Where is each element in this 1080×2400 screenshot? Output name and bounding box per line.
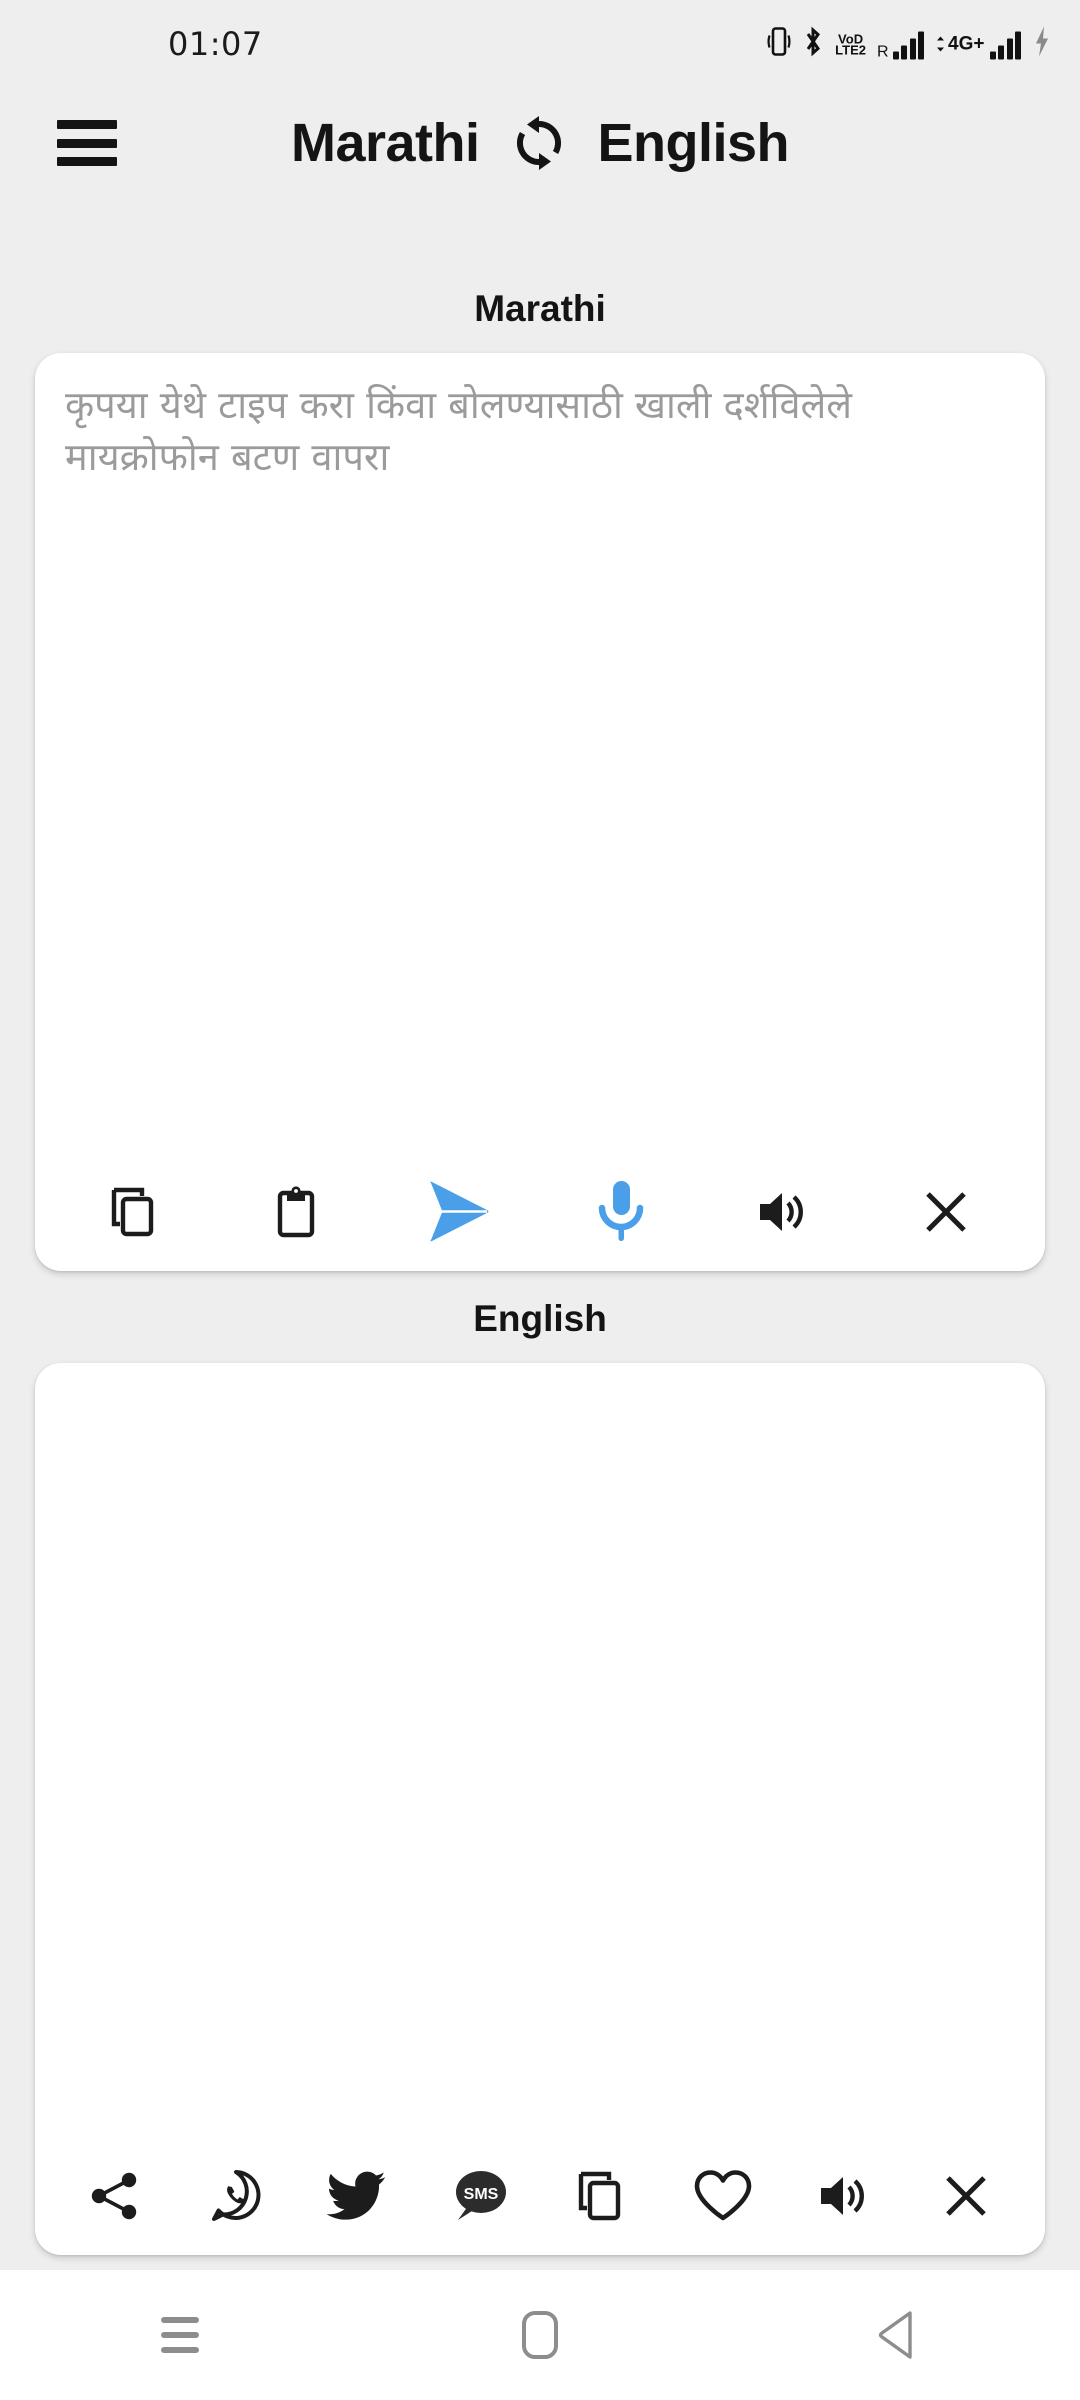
source-card: कृपया येथे टाइप करा किंवा बोलण्यासाठी खा… <box>35 353 1045 1271</box>
target-clear-button[interactable] <box>905 2137 1027 2255</box>
signal-4g-plus-icon: 4G+ <box>935 33 985 54</box>
target-language-selector[interactable]: English <box>598 116 790 170</box>
heart-icon <box>694 2170 751 2221</box>
clipboard-icon <box>278 1186 315 1238</box>
signal-roaming-icon: R <box>876 29 925 60</box>
recents-bar-1 <box>161 2317 199 2323</box>
app-screen: 01:07 VoD LTE2 R 4G+ Marathi English Mar… <box>0 0 1080 2400</box>
target-card: SMS <box>35 1363 1045 2255</box>
recents-icon <box>161 2317 199 2353</box>
volte-label-bottom: LTE2 <box>835 42 866 57</box>
translate-send-button[interactable] <box>378 1153 540 1271</box>
source-placeholder: कृपया येथे टाइप करा किंवा बोलण्यासाठी खा… <box>65 383 853 479</box>
sms-button[interactable]: SMS <box>418 2137 540 2255</box>
source-clear-button[interactable] <box>865 1153 1027 1271</box>
twitter-button[interactable] <box>297 2137 419 2255</box>
close-icon <box>926 1192 966 1232</box>
language-pair: Marathi English <box>0 88 1080 198</box>
close-icon <box>946 2176 986 2216</box>
twitter-icon <box>327 2171 386 2220</box>
whatsapp-icon <box>211 2170 261 2221</box>
vibrate-icon <box>767 25 791 64</box>
status-bar: 01:07 VoD LTE2 R 4G+ <box>0 0 1080 88</box>
sms-label: SMS <box>464 2186 499 2203</box>
home-icon <box>522 2311 558 2359</box>
app-header: Marathi English <box>0 88 1080 198</box>
speaker-icon <box>821 2177 865 2215</box>
favorite-button[interactable] <box>662 2137 784 2255</box>
copy-icon <box>578 2171 621 2221</box>
signal-4g-label-row: 4G+ <box>935 33 985 54</box>
source-text-input[interactable]: कृपया येथे टाइप करा किंवा बोलण्यासाठी खा… <box>35 353 1045 1153</box>
signal-bars-sim1 <box>892 29 925 59</box>
copy-icon <box>111 1187 154 1237</box>
microphone-button[interactable] <box>540 1153 702 1271</box>
source-toolbar <box>35 1153 1045 1271</box>
target-speak-aloud-button[interactable] <box>784 2137 906 2255</box>
status-icons-group: VoD LTE2 R 4G+ <box>767 25 1052 64</box>
network-type-label: 4G+ <box>948 33 985 54</box>
source-language-selector[interactable]: Marathi <box>291 116 480 170</box>
whatsapp-button[interactable] <box>175 2137 297 2255</box>
status-clock: 01:07 <box>168 25 263 63</box>
recents-bar-2 <box>161 2332 199 2338</box>
recents-bar-3 <box>161 2347 199 2353</box>
sms-icon: SMS <box>456 2171 507 2220</box>
target-toolbar: SMS <box>35 2137 1045 2255</box>
source-speak-aloud-button[interactable] <box>702 1153 864 1271</box>
target-copy-button[interactable] <box>540 2137 662 2255</box>
source-paste-button[interactable] <box>215 1153 377 1271</box>
speaker-icon <box>760 1193 804 1231</box>
target-text-output[interactable] <box>35 1363 1045 2137</box>
charging-bolt-icon <box>1032 25 1052 64</box>
target-panel-title: English <box>473 1298 607 1339</box>
roaming-label: R <box>876 43 889 60</box>
android-nav-bar <box>0 2270 1080 2400</box>
bluetooth-icon <box>802 25 824 64</box>
swap-languages-icon[interactable] <box>506 110 572 176</box>
signal-bars-sim2 <box>989 29 1021 59</box>
send-icon <box>430 1181 489 1242</box>
microphone-icon <box>598 1181 644 1241</box>
back-icon <box>878 2311 912 2359</box>
nav-back-button[interactable] <box>825 2270 975 2400</box>
volte-icon: VoD LTE2 <box>835 32 866 57</box>
nav-home-button[interactable] <box>465 2270 615 2400</box>
share-icon <box>91 2172 137 2220</box>
share-button[interactable] <box>53 2137 175 2255</box>
source-copy-button[interactable] <box>53 1153 215 1271</box>
nav-recents-button[interactable] <box>105 2270 255 2400</box>
data-arrows-icon <box>937 36 945 52</box>
source-panel-title: Marathi <box>474 288 606 329</box>
